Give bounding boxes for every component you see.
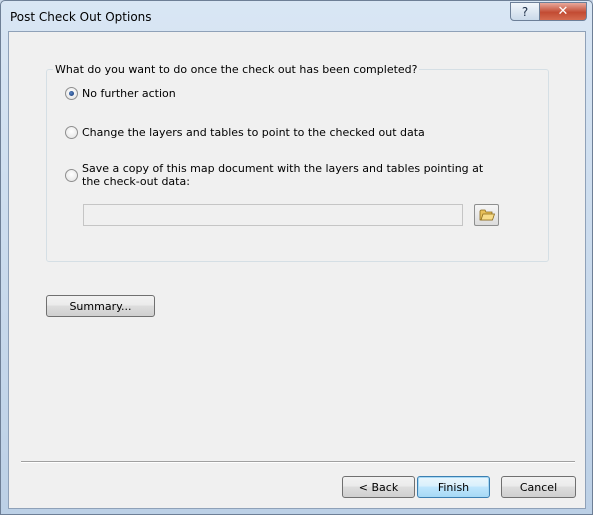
- footer-separator: [21, 461, 575, 463]
- change-layers-radio[interactable]: [65, 126, 78, 139]
- summary-button[interactable]: Summary...: [46, 295, 155, 317]
- save-copy-label-line1[interactable]: Save a copy of this map document with th…: [82, 162, 483, 175]
- no-further-action-label[interactable]: No further action: [82, 87, 176, 100]
- group-legend: What do you want to do once the check ou…: [53, 63, 420, 76]
- title-bar[interactable]: Post Check Out Options ? ✕: [1, 1, 592, 31]
- close-icon: ✕: [557, 4, 569, 19]
- save-copy-radio[interactable]: [65, 169, 78, 182]
- browse-button[interactable]: [474, 204, 499, 226]
- save-copy-label-line2[interactable]: the check-out data:: [82, 175, 190, 188]
- dialog-content: What do you want to do once the check ou…: [8, 31, 586, 509]
- close-button[interactable]: ✕: [539, 2, 587, 21]
- help-button[interactable]: ?: [510, 2, 540, 21]
- finish-button[interactable]: Finish: [417, 476, 490, 498]
- folder-open-icon: [479, 209, 495, 221]
- cancel-button[interactable]: Cancel: [501, 476, 576, 498]
- back-button[interactable]: < Back: [342, 476, 415, 498]
- change-layers-label[interactable]: Change the layers and tables to point to…: [82, 126, 425, 139]
- no-further-action-radio[interactable]: [65, 87, 78, 100]
- dialog-window: Post Check Out Options ? ✕ What do you w…: [0, 0, 593, 515]
- dialog-title: Post Check Out Options: [10, 10, 152, 24]
- help-icon: ?: [521, 4, 529, 19]
- save-path-input[interactable]: [83, 204, 463, 226]
